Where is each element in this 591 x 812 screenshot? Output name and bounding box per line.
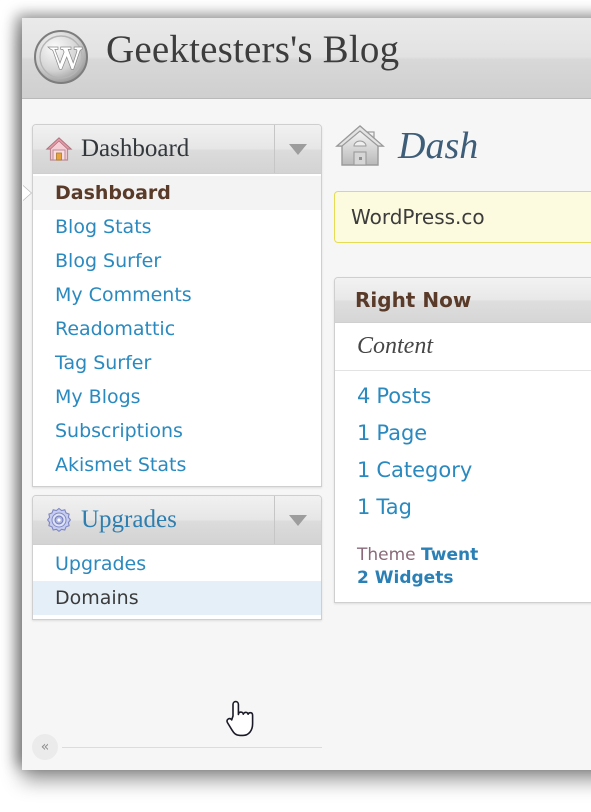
collapse-menu-icon[interactable]: « xyxy=(32,734,58,760)
site-header: Geektesters's Blog xyxy=(22,18,591,99)
stat-count: 4 xyxy=(357,384,371,408)
sidebar-item-akismet-stats[interactable]: Akismet Stats xyxy=(33,448,321,482)
page-title: Dash xyxy=(398,125,479,167)
sidebar-item-label: My Blogs xyxy=(55,386,141,408)
sidebar-section-upgrades: Upgrades Upgrades Domains xyxy=(32,495,322,620)
sidebar-section-header-dashboard[interactable]: Dashboard xyxy=(33,125,321,174)
chevron-down-icon[interactable] xyxy=(274,125,321,173)
sidebar-item-label: Readomattic xyxy=(55,318,176,340)
admin-sidebar: Dashboard Dashboard Blog Stats Blog Surf… xyxy=(22,124,322,628)
sidebar-item-label: Upgrades xyxy=(55,553,147,575)
sidebar-item-label: Subscriptions xyxy=(55,420,183,442)
chevron-down-icon[interactable] xyxy=(274,496,321,544)
widget-body: Content 4Posts 1Page 1Category 1Tag xyxy=(335,323,591,602)
screenshot-frame: Geektesters's Blog Dashboard Dashboard B… xyxy=(0,0,591,812)
theme-name[interactable]: Twent xyxy=(421,545,478,565)
sidebar-item-my-blogs[interactable]: My Blogs xyxy=(33,380,321,414)
sidebar-item-label: Akismet Stats xyxy=(55,454,187,476)
right-now-widget: Right Now Content 4 Posts 1 Page 1 Category xyxy=(334,277,591,603)
sidebar-item-subscriptions[interactable]: Subscriptions xyxy=(33,414,321,448)
admin-body: Dashboard Dashboard Blog Stats Blog Surf… xyxy=(22,99,591,770)
stat-label: Category xyxy=(376,458,473,482)
widgets-count-link[interactable]: 2 Widgets xyxy=(335,568,591,588)
sidebar-item-label: Domains xyxy=(55,587,139,609)
stat-count: 1 xyxy=(357,458,371,482)
notice-banner: WordPress.co xyxy=(334,191,591,243)
theme-prefix: Theme xyxy=(357,545,422,565)
divider xyxy=(62,746,322,748)
sidebar-item-readomattic[interactable]: Readomattic xyxy=(33,312,321,346)
sidebar-section-dashboard: Dashboard Dashboard Blog Stats Blog Surf… xyxy=(22,124,322,487)
sidebar-item-label: My Comments xyxy=(55,284,192,306)
sidebar-item-label: Blog Surfer xyxy=(55,250,162,272)
gear-icon xyxy=(46,507,72,532)
sidebar-section-label-upgrades: Upgrades xyxy=(81,506,177,533)
stat-row-pages[interactable]: 1 Page xyxy=(335,421,591,445)
sidebar-item-dashboard[interactable]: Dashboard xyxy=(22,176,321,210)
wordpress-logo-icon[interactable] xyxy=(32,28,90,86)
stat-row-posts[interactable]: 4 Posts xyxy=(335,384,591,408)
stat-row-categories[interactable]: 1 Category xyxy=(335,458,591,482)
notice-text: WordPress.co xyxy=(351,205,485,229)
sidebar-item-blog-stats[interactable]: Blog Stats xyxy=(33,210,321,244)
collapse-menu-row: « xyxy=(32,732,322,762)
house-icon xyxy=(335,125,385,166)
sidebar-item-my-comments[interactable]: My Comments xyxy=(33,278,321,312)
stat-count: 1 xyxy=(357,421,371,445)
sidebar-item-upgrades[interactable]: Upgrades xyxy=(33,547,321,581)
sidebar-section-label-dashboard: Dashboard xyxy=(81,135,190,162)
page-heading: Dash xyxy=(334,117,591,175)
stat-label: Posts xyxy=(376,384,432,408)
sidebar-item-blog-surfer[interactable]: Blog Surfer xyxy=(33,244,321,278)
sidebar-item-tag-surfer[interactable]: Tag Surfer xyxy=(33,346,321,380)
stat-label: Tag xyxy=(376,495,412,519)
house-icon xyxy=(45,137,73,161)
stat-label: Page xyxy=(376,421,428,445)
widget-subhead: Content xyxy=(335,333,591,371)
main-content: Dash WordPress.co Right Now Content 4 Pos… xyxy=(334,117,591,603)
stat-row-tags[interactable]: 1 Tag xyxy=(335,495,591,519)
stat-count: 1 xyxy=(357,495,371,519)
sidebar-item-label: Tag Surfer xyxy=(55,352,152,374)
sidebar-section-header-upgrades[interactable]: Upgrades xyxy=(33,496,321,545)
sidebar-item-label: Dashboard xyxy=(55,182,171,204)
sidebar-menu-upgrades: Upgrades Domains xyxy=(33,545,321,619)
theme-line: Theme Twent xyxy=(335,545,591,565)
widget-title: Right Now xyxy=(335,278,591,323)
sidebar-menu-dashboard: Dashboard Blog Stats Blog Surfer My Comm… xyxy=(22,174,321,486)
blog-title: Geektesters's Blog xyxy=(106,28,400,71)
sidebar-item-label: Blog Stats xyxy=(55,216,152,238)
wordpress-admin-page: Geektesters's Blog Dashboard Dashboard B… xyxy=(22,18,591,770)
sidebar-item-domains[interactable]: Domains xyxy=(33,581,321,615)
